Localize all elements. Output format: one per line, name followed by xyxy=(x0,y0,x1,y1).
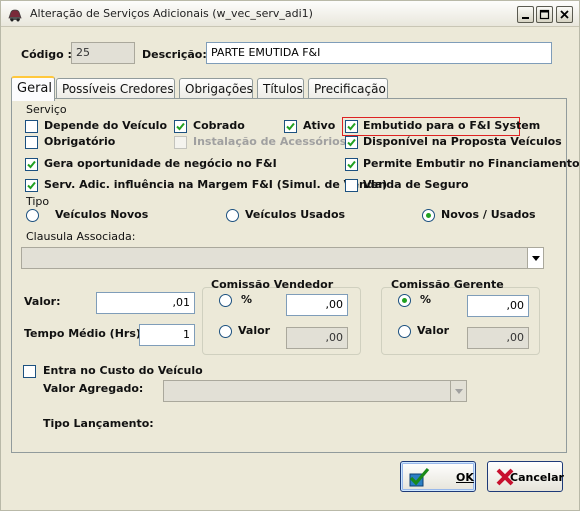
comissao-vendedor-valor-field[interactable]: ,00 xyxy=(286,327,348,349)
embutido-checkbox[interactable] xyxy=(345,120,358,133)
title-bar: Alteração de Serviços Adicionais (w_vec_… xyxy=(1,1,579,27)
servico-title: Serviço xyxy=(26,103,67,116)
tab-possiveis-credores[interactable]: Possíveis Credores xyxy=(56,78,175,99)
embutido-label: Embutido para o F&I System xyxy=(363,119,541,132)
app-icon xyxy=(7,6,23,22)
tipo-title: Tipo xyxy=(26,195,50,208)
depende-veiculo-checkbox[interactable] xyxy=(25,120,38,133)
geral-panel: Serviço Depende do Veículo Cobrado Ativo… xyxy=(11,98,580,453)
close-button[interactable] xyxy=(556,6,573,23)
veiculos-novos-radio[interactable] xyxy=(26,209,39,222)
cobrado-label: Cobrado xyxy=(193,119,245,132)
descricao-label: Descrição: xyxy=(142,48,207,61)
chevron-down-icon[interactable] xyxy=(527,248,543,268)
cobrado-checkbox[interactable] xyxy=(174,120,187,133)
comissao-vendedor-percent-field[interactable]: ,00 xyxy=(286,294,348,316)
tab-obrigacoes[interactable]: Obrigações xyxy=(179,78,253,99)
comissao-vendedor-percent-label: % xyxy=(241,293,253,306)
window-title: Alteração de Serviços Adicionais (w_vec_… xyxy=(30,7,313,20)
maximize-button[interactable] xyxy=(536,6,553,23)
venda-seguro-checkbox[interactable] xyxy=(345,179,358,192)
cancelar-button[interactable]: Cancelar xyxy=(487,461,564,492)
comissao-vendedor-title: Comissão Vendedor xyxy=(211,278,334,291)
novos-usados-radio[interactable] xyxy=(422,209,435,222)
comissao-gerente-percent-radio[interactable] xyxy=(398,294,411,307)
custo-veiculo-checkbox[interactable] xyxy=(23,365,36,378)
clausula-label: Clausula Associada: xyxy=(26,230,136,243)
ativo-checkbox[interactable] xyxy=(284,120,297,133)
depende-veiculo-label: Depende do Veículo xyxy=(44,119,168,132)
instalacao-checkbox[interactable] xyxy=(174,136,187,149)
veiculos-usados-radio[interactable] xyxy=(226,209,239,222)
tempo-medio-label: Tempo Médio (Hrs): xyxy=(24,327,146,340)
veiculos-usados-label: Veículos Usados xyxy=(245,208,346,221)
comissao-gerente-title: Comissão Gerente xyxy=(391,278,504,291)
venda-seguro-label: Venda de Seguro xyxy=(363,178,469,191)
codigo-label: Código : xyxy=(21,48,72,61)
minimize-button[interactable] xyxy=(517,6,534,23)
disponivel-checkbox[interactable] xyxy=(345,136,358,149)
chevron-down-icon[interactable] xyxy=(450,381,466,401)
ok-button[interactable]: OK xyxy=(400,461,476,492)
obrigatorio-checkbox[interactable] xyxy=(25,136,38,149)
comissao-vendedor-percent-radio[interactable] xyxy=(219,294,232,307)
veiculos-novos-label: Veículos Novos xyxy=(55,208,149,221)
gera-oportunidade-label: Gera oportunidade de negócio no F&I xyxy=(44,157,277,170)
custo-veiculo-label: Entra no Custo do Veículo xyxy=(43,364,203,377)
obrigatorio-label: Obrigatório xyxy=(44,135,116,148)
tab-precificacao[interactable]: Precificação xyxy=(308,78,388,99)
comissao-gerente-percent-field[interactable]: ,00 xyxy=(467,295,529,317)
tipo-lancamento-label: Tipo Lançamento: xyxy=(43,417,154,430)
ok-label: OK xyxy=(456,471,474,484)
permite-embutir-label: Permite Embutir no Financiamento xyxy=(363,157,580,170)
valor-label: Valor: xyxy=(24,295,61,308)
clausula-select[interactable] xyxy=(21,247,544,269)
descricao-field[interactable]: PARTE EMUTIDA F&I xyxy=(206,42,552,64)
ok-check-icon xyxy=(407,466,431,491)
cancelar-label: Cancelar xyxy=(510,471,564,484)
tempo-medio-field[interactable]: 1 xyxy=(139,324,195,346)
comissao-gerente-valor-label: Valor xyxy=(417,324,450,337)
comissao-gerente-valor-radio[interactable] xyxy=(398,325,411,338)
tab-geral[interactable]: Geral xyxy=(11,76,55,101)
valor-field[interactable]: ,01 xyxy=(96,292,195,314)
ativo-label: Ativo xyxy=(303,119,336,132)
comissao-vendedor-valor-radio[interactable] xyxy=(219,325,232,338)
gera-oportunidade-checkbox[interactable] xyxy=(25,158,38,171)
instalacao-label: Instalação de Acessórios xyxy=(193,135,347,148)
valor-agregado-label: Valor Agregado: xyxy=(43,382,144,395)
disponivel-label: Disponível na Proposta Veículos xyxy=(363,135,562,148)
comissao-gerente-percent-label: % xyxy=(420,293,432,306)
codigo-field[interactable]: 25 xyxy=(71,42,135,64)
permite-embutir-checkbox[interactable] xyxy=(345,158,358,171)
tab-titulos[interactable]: Títulos xyxy=(257,78,304,99)
serv-adic-checkbox[interactable] xyxy=(25,179,38,192)
comissao-vendedor-valor-label: Valor xyxy=(238,324,271,337)
dialog-window: Alteração de Serviços Adicionais (w_vec_… xyxy=(0,0,580,511)
serv-adic-label: Serv. Adic. influência na Margem F&I (Si… xyxy=(44,178,388,191)
novos-usados-label: Novos / Usados xyxy=(441,208,536,221)
comissao-gerente-valor-field[interactable]: ,00 xyxy=(467,327,529,349)
valor-agregado-select[interactable] xyxy=(163,380,467,402)
